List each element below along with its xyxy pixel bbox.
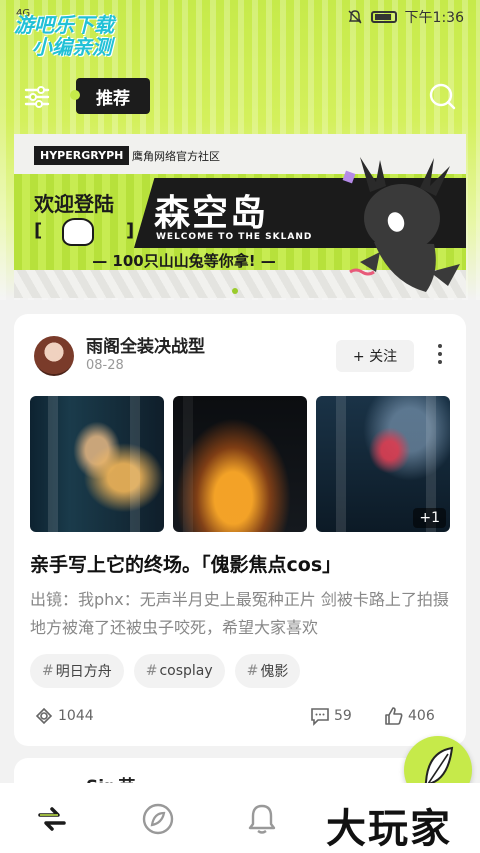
tag-chip[interactable]: # 明日方舟 (30, 654, 124, 688)
watermark-text: 大玩家 (326, 806, 452, 852)
carousel-indicator (232, 288, 238, 294)
post-card[interactable]: 雨阁全装决战型 08-28 + 关注 +1 亲手写上它的终场。「傀影焦点cos」… (14, 314, 466, 746)
post-title[interactable]: 亲手写上它的终场。「傀影焦点cos」 (30, 550, 341, 577)
mute-bell-icon (348, 10, 362, 24)
clock: 下午1:36 (404, 10, 464, 26)
comment-icon (311, 708, 329, 726)
post-stats: 1044 59 406 (30, 706, 454, 730)
thumbs-up-icon (385, 707, 403, 725)
promo-banner[interactable]: HYPERGRYPH 鹰角网络官方社区 欢迎登陆 [ ] 森空岛 WELCOME… (14, 134, 466, 298)
battery-icon (370, 11, 397, 23)
brand-subtitle: 鹰角网络官方社区 (132, 150, 220, 163)
banner-logo-bracket: [ ] (34, 218, 138, 246)
comment-count[interactable]: 59 (310, 706, 352, 726)
post-body[interactable]: 出镜：我phx：无声半月史上最冤种正片 剑被卡路上了拍摄地方被淹了还被虫子咬死，… (30, 586, 454, 642)
banner-promo: — 100只山山兔等你拿! — (92, 252, 276, 270)
filter-settings-icon[interactable] (24, 84, 50, 110)
photo-grid: +1 (30, 396, 450, 532)
banner-title: 森空岛 (154, 193, 269, 234)
more-options-icon[interactable] (434, 344, 446, 368)
tag-chip[interactable]: # 傀影 (234, 654, 301, 688)
post-date: 08-28 (86, 358, 124, 373)
tag-list: # 明日方舟 # cosplay # 傀影 (30, 654, 301, 688)
top-nav: 推荐 (0, 76, 480, 116)
banner-welcome: 欢迎登陆 (34, 192, 114, 216)
tag-chip[interactable]: # cosplay (133, 654, 225, 688)
notification-tab-icon[interactable] (244, 801, 280, 837)
mascot-rabbit-icon (342, 157, 460, 292)
author-name[interactable]: 雨阁全装决战型 (86, 332, 205, 357)
follow-button[interactable]: + 关注 (336, 340, 414, 372)
view-icon (35, 707, 53, 725)
watermark-logo: 游吧乐下载 小编亲测 (14, 13, 114, 59)
like-count[interactable]: 406 (384, 706, 435, 726)
avatar[interactable] (34, 336, 74, 376)
post-photo[interactable] (173, 396, 307, 532)
skland-logo-icon (62, 218, 94, 246)
brand-tag: HYPERGRYPH (34, 146, 130, 165)
post-photo[interactable]: +1 (316, 396, 450, 532)
banner-title-en: WELCOME TO THE SKLAND (156, 232, 313, 242)
extra-photo-count: +1 (413, 508, 446, 528)
discover-tab-icon[interactable] (140, 801, 176, 837)
home-tab-icon[interactable] (34, 801, 70, 837)
view-count: 1044 (34, 706, 94, 726)
search-icon[interactable] (428, 82, 456, 110)
tab-recommend[interactable]: 推荐 (70, 78, 150, 114)
post-photo[interactable] (30, 396, 164, 532)
